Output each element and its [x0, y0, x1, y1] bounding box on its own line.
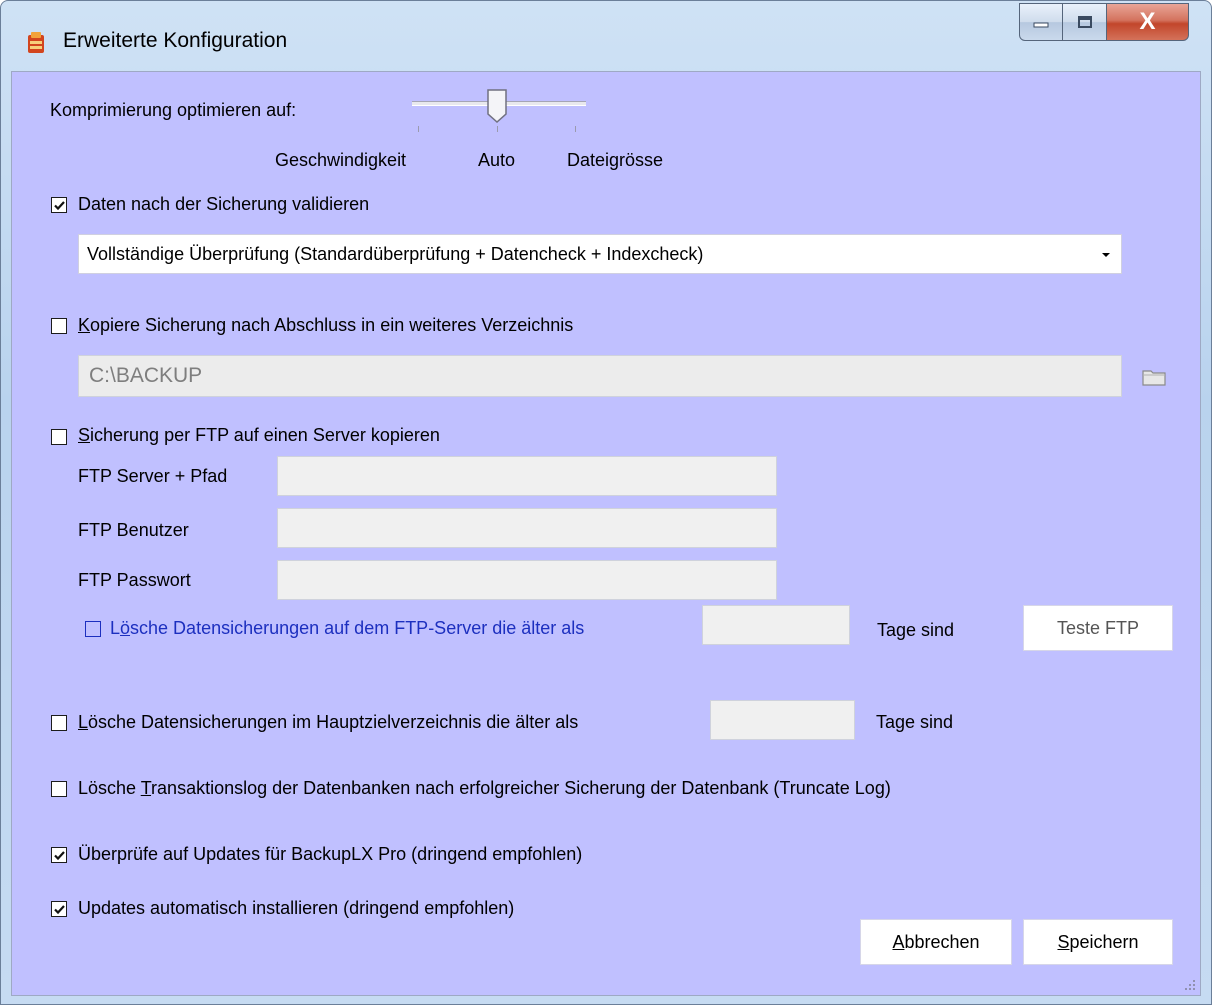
delete-main-label[interactable]: Lösche Datensicherungen im Hauptzielverz…: [78, 712, 578, 733]
save-button[interactable]: Speichern: [1023, 919, 1173, 965]
cancel-button[interactable]: Abbrechen: [860, 919, 1012, 965]
copy-path-field[interactable]: C:\BACKUP: [78, 355, 1122, 397]
ftp-label[interactable]: Sicherung per FTP auf einen Server kopie…: [78, 425, 440, 446]
compression-label: Komprimierung optimieren auf:: [50, 100, 297, 120]
checkmark-icon: [53, 904, 65, 914]
delete-main-days-input[interactable]: [710, 700, 855, 740]
minimize-button[interactable]: [1019, 3, 1063, 41]
delete-main-suffix: Tage sind: [876, 712, 954, 732]
checkmark-icon: [53, 850, 65, 860]
dialog-client-area: Komprimierung optimieren auf: Geschwindi…: [11, 71, 1201, 996]
backup-app-icon: [28, 32, 44, 53]
copy-path-value: C:\BACKUP: [89, 364, 203, 387]
chevron-down-icon[interactable]: [1101, 251, 1111, 259]
dialog-window: Erweiterte Konfiguration X Komprimierung…: [0, 0, 1212, 1005]
truncate-checkbox[interactable]: [51, 781, 67, 797]
ftp-password-input[interactable]: [277, 560, 777, 600]
copy-checkbox[interactable]: [51, 318, 67, 334]
compression-slider[interactable]: [410, 88, 590, 138]
ftp-server-label: FTP Server + Pfad: [78, 466, 228, 486]
ftp-server-input[interactable]: [277, 456, 777, 496]
minimize-icon: [1033, 22, 1049, 28]
test-ftp-button[interactable]: Teste FTP: [1023, 605, 1173, 651]
check-updates-checkbox[interactable]: [51, 847, 67, 863]
ftp-user-input[interactable]: [277, 508, 777, 548]
close-icon: X: [1139, 8, 1156, 35]
window-controls: X: [1019, 3, 1189, 43]
checkmark-icon: [53, 200, 65, 210]
auto-install-checkbox[interactable]: [51, 901, 67, 917]
ftp-delete-days-input[interactable]: [702, 605, 850, 645]
validation-mode-value: Vollständige Überprüfung (Standardüberpr…: [87, 244, 704, 264]
check-updates-label[interactable]: Überprüfe auf Updates für BackupLX Pro (…: [78, 844, 582, 865]
ftp-user-label: FTP Benutzer: [78, 520, 189, 540]
slider-thumb[interactable]: [486, 88, 508, 124]
auto-install-label[interactable]: Updates automatisch installieren (dringe…: [78, 898, 514, 919]
validate-label[interactable]: Daten nach der Sicherung validieren: [78, 194, 369, 215]
ftp-delete-checkbox[interactable]: [85, 621, 101, 637]
delete-main-checkbox[interactable]: [51, 715, 67, 731]
close-button[interactable]: X: [1107, 3, 1189, 41]
resize-grip-icon[interactable]: [1184, 979, 1196, 991]
slider-tick: [418, 126, 419, 132]
ftp-checkbox[interactable]: [51, 429, 67, 445]
ftp-delete-suffix: Tage sind: [877, 620, 955, 640]
copy-label[interactable]: Kopiere Sicherung nach Abschluss in ein …: [78, 315, 573, 336]
folder-icon[interactable]: [1142, 368, 1166, 386]
slider-tick: [497, 126, 498, 132]
maximize-button[interactable]: [1063, 3, 1107, 41]
slider-option-speed: Geschwindigkeit: [275, 150, 407, 170]
slider-option-auto: Auto: [478, 150, 516, 170]
ftp-password-label: FTP Passwort: [78, 570, 191, 590]
ftp-delete-label[interactable]: Lösche Datensicherungen auf dem FTP-Serv…: [110, 618, 584, 639]
slider-tick: [575, 126, 576, 132]
slider-option-filesize: Dateigrösse: [567, 150, 664, 170]
validate-checkbox[interactable]: [51, 197, 67, 213]
maximize-icon: [1077, 16, 1092, 28]
window-title: Erweiterte Konfiguration: [63, 29, 288, 52]
validation-mode-dropdown[interactable]: Vollständige Überprüfung (Standardüberpr…: [78, 234, 1122, 274]
truncate-label[interactable]: Lösche Transaktionslog der Datenbanken n…: [78, 778, 891, 799]
